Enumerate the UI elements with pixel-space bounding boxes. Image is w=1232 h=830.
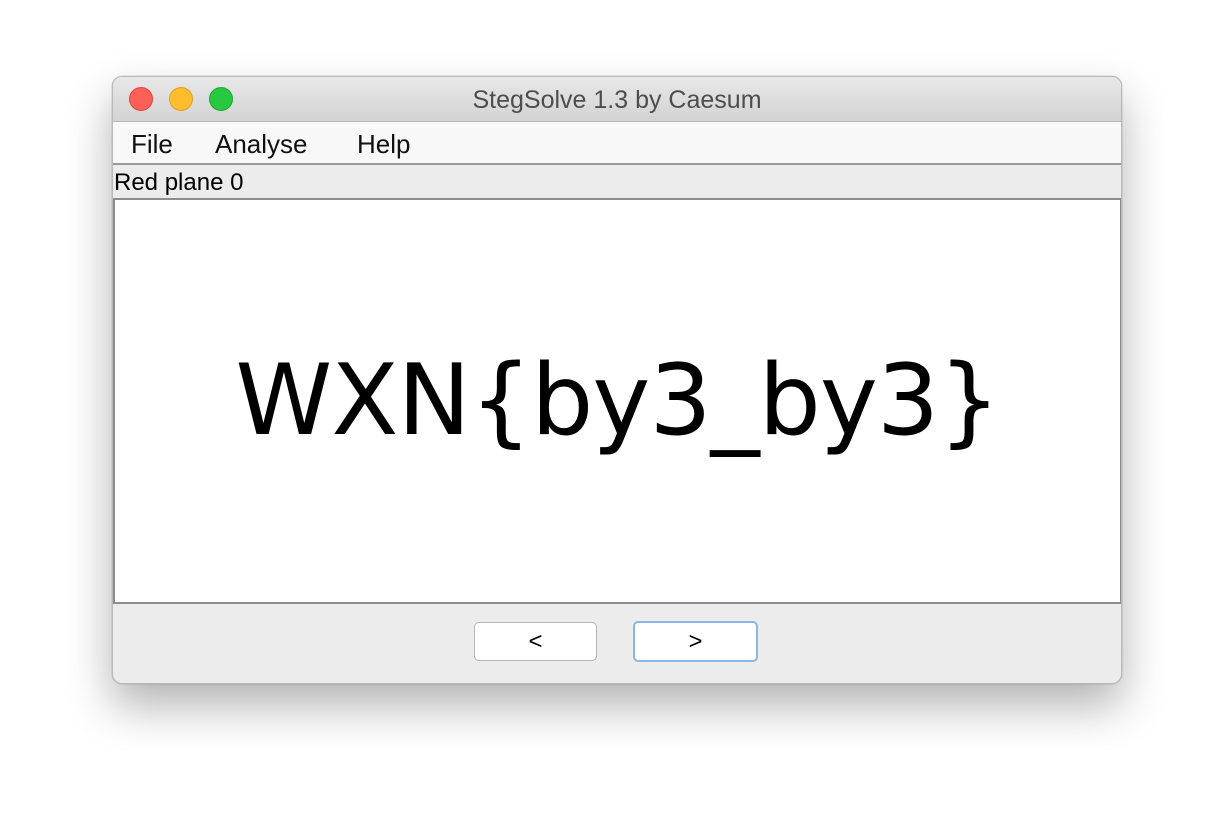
menu-bar: File Analyse Help: [113, 122, 1121, 165]
image-panel: WXN{by3_by3}: [113, 198, 1121, 604]
stegsolve-window: StegSolve 1.3 by Caesum File Analyse Hel…: [112, 76, 1122, 684]
title-bar[interactable]: StegSolve 1.3 by Caesum: [113, 77, 1121, 122]
previous-plane-button[interactable]: <: [474, 622, 597, 661]
menu-help[interactable]: Help: [357, 122, 410, 163]
menu-analyse[interactable]: Analyse: [215, 122, 308, 163]
window-title: StegSolve 1.3 by Caesum: [472, 86, 762, 114]
menu-file[interactable]: File: [131, 122, 173, 163]
image-flag-text: WXN{by3_by3}: [235, 344, 1000, 458]
next-plane-button[interactable]: >: [633, 621, 758, 662]
plane-label: Red plane 0: [114, 169, 244, 196]
